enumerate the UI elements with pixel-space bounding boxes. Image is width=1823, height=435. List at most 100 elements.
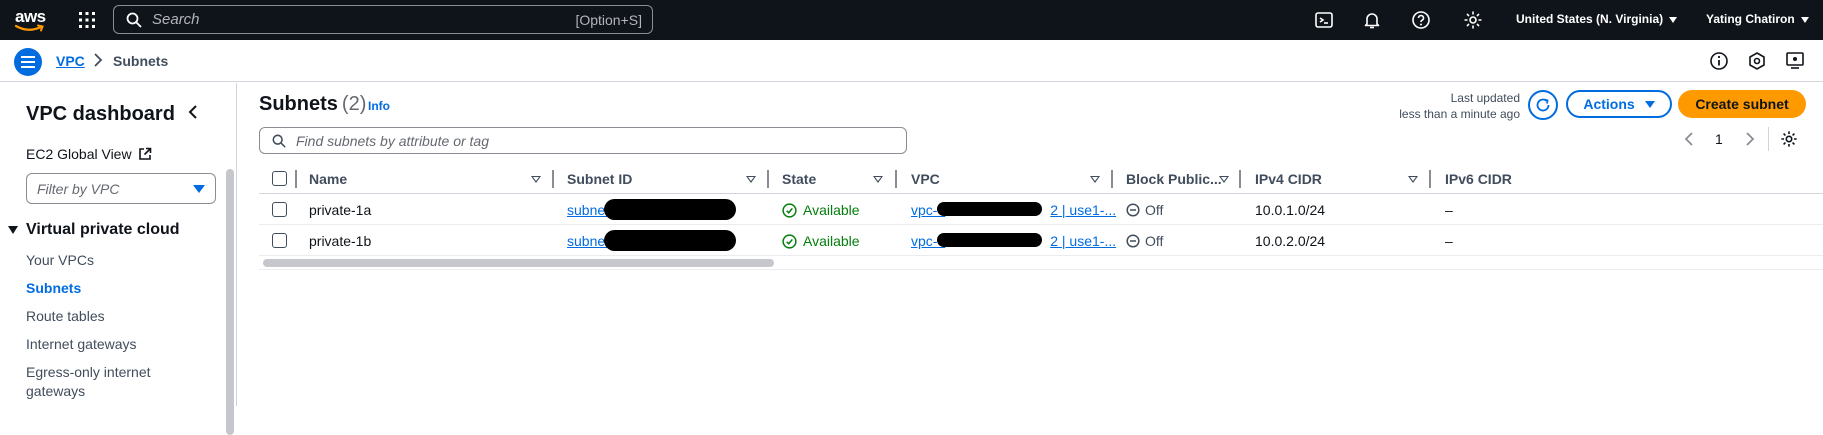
create-subnet-label: Create subnet [1695,96,1789,112]
sort-icon[interactable] [531,176,541,183]
sort-icon[interactable] [873,176,883,183]
check-circle-icon [782,233,797,249]
gear-icon[interactable] [1463,10,1483,30]
chevron-right-icon[interactable] [1744,131,1756,147]
sidebar-item-internet-gateways[interactable]: Internet gateways [26,335,137,354]
sidebar-item-your-vpcs[interactable]: Your VPCs [26,251,94,270]
vpc-suffix: 2 | use1-... [1050,233,1117,249]
menu-toggle-button[interactable] [14,48,42,76]
search-icon [126,12,142,28]
select-all-checkbox[interactable] [272,171,287,186]
column-divider[interactable] [1111,170,1113,188]
column-divider[interactable] [552,170,554,188]
chevron-left-icon[interactable] [185,104,201,120]
cell-ipv4-cidr: 10.0.2.0/24 [1255,233,1326,249]
region-selector[interactable]: United States (N. Virginia) [1516,12,1678,26]
aws-logo[interactable]: aws [14,6,48,34]
feedback-icon[interactable] [1747,51,1767,71]
table-row[interactable]: private-1b subnet- Available vpc-0 2 | us… [259,225,1823,256]
column-header-name[interactable]: Name [309,171,347,187]
sort-icon[interactable] [1219,176,1229,183]
sort-icon[interactable] [1090,176,1100,183]
main-content: Subnets (2) Info Last updated less than a… [238,83,1823,406]
cell-state: Available [782,202,860,218]
table-horizontal-scrollbar[interactable] [263,259,774,267]
sidebar-section-virtual-private-cloud[interactable]: Virtual private cloud [8,221,180,239]
actions-button[interactable]: Actions [1566,90,1672,118]
column-header-vpc[interactable]: VPC [911,171,940,187]
column-divider[interactable] [1429,170,1431,188]
apps-grid-icon[interactable] [78,11,96,29]
column-header-ipv4-cidr[interactable]: IPv4 CIDR [1255,171,1322,187]
cloudshell-icon[interactable] [1314,10,1334,30]
column-divider[interactable] [1239,170,1241,188]
create-subnet-button[interactable]: Create subnet [1678,90,1806,118]
sort-icon[interactable] [1408,176,1418,183]
sidebar-item-subnets[interactable]: Subnets [26,279,81,298]
check-circle-icon [782,202,797,218]
user-menu[interactable]: Yating Chatiron [1706,12,1809,26]
sidebar-item-egress-only-internet-gateways[interactable]: Egress-only internet gateways [26,363,176,401]
redacted-block [604,230,736,251]
sort-icon[interactable] [746,176,756,183]
row-checkbox[interactable] [272,233,287,248]
aws-smile-icon [14,24,44,32]
global-search-input[interactable]: Search [Option+S] [113,5,653,34]
table-row[interactable]: private-1a subnet- Available vpc-0 2 | us… [259,194,1823,225]
page-number[interactable]: 1 [1715,131,1723,147]
bell-icon[interactable] [1362,10,1382,30]
breadcrumb-bar: VPC Subnets [0,40,1823,82]
refresh-icon [1536,98,1550,112]
find-subnets-input[interactable]: Find subnets by attribute or tag [259,127,907,154]
redacted-block [937,202,1042,216]
sidebar-item-route-tables[interactable]: Route tables [26,307,105,326]
off-circle-icon [1126,203,1140,217]
column-header-ipv6-cidr[interactable]: IPv6 CIDR [1445,171,1512,187]
menu-icon [21,56,35,68]
column-header-state[interactable]: State [782,171,816,187]
search-shortcut: [Option+S] [575,11,642,28]
redacted-block [937,233,1042,247]
find-subnets-placeholder: Find subnets by attribute or tag [296,132,489,149]
state-label: Available [803,233,860,249]
caret-down-icon [1800,16,1809,23]
filter-by-vpc-placeholder: Filter by VPC [37,180,120,197]
top-navigation: aws Search [Option+S] United States (N. … [0,0,1823,40]
last-updated-label: Last updated [1450,91,1520,105]
filter-by-vpc-select[interactable]: Filter by VPC [26,173,216,204]
chevron-left-icon[interactable] [1683,131,1695,147]
column-header-subnet-id[interactable]: Subnet ID [567,171,632,187]
page-title: Subnets (2) [259,93,366,116]
sidebar-scrollbar[interactable] [226,169,234,435]
row-checkbox[interactable] [272,202,287,217]
cell-name: private-1b [309,233,372,249]
last-updated-time: less than a minute ago [1399,107,1520,121]
region-label: United States (N. Virginia) [1516,12,1664,26]
cell-name: private-1a [309,202,372,218]
pager-divider [1768,127,1769,151]
help-icon[interactable] [1411,10,1431,30]
refresh-button[interactable] [1528,90,1558,120]
chevron-right-icon [94,53,103,67]
page-title-text: Subnets [259,93,338,115]
preferences-icon[interactable] [1785,51,1805,71]
off-circle-icon [1126,234,1140,248]
breadcrumb-vpc-link[interactable]: VPC [56,53,85,69]
block-public-label: Off [1145,233,1164,249]
subnet-count: (2) [341,93,367,115]
sidebar-item-ec2-global-view[interactable]: EC2 Global View [26,146,152,162]
external-link-icon [138,147,151,160]
sidebar-title[interactable]: VPC dashboard [26,103,175,126]
column-header-block-public-access[interactable]: Block Public... [1126,171,1222,187]
ec2-global-view-label: EC2 Global View [26,146,132,162]
info-icon[interactable] [1709,51,1729,71]
search-placeholder: Search [152,11,200,28]
column-divider[interactable] [895,170,897,188]
cell-state: Available [782,233,860,249]
subnets-table: Name Subnet ID State VPC Block Public...… [259,164,1823,256]
table-bottom-divider [259,269,1823,270]
column-divider[interactable] [767,170,769,188]
cell-ipv4-cidr: 10.0.1.0/24 [1255,202,1326,218]
gear-icon[interactable] [1780,130,1798,148]
info-link[interactable]: Info [368,99,390,113]
